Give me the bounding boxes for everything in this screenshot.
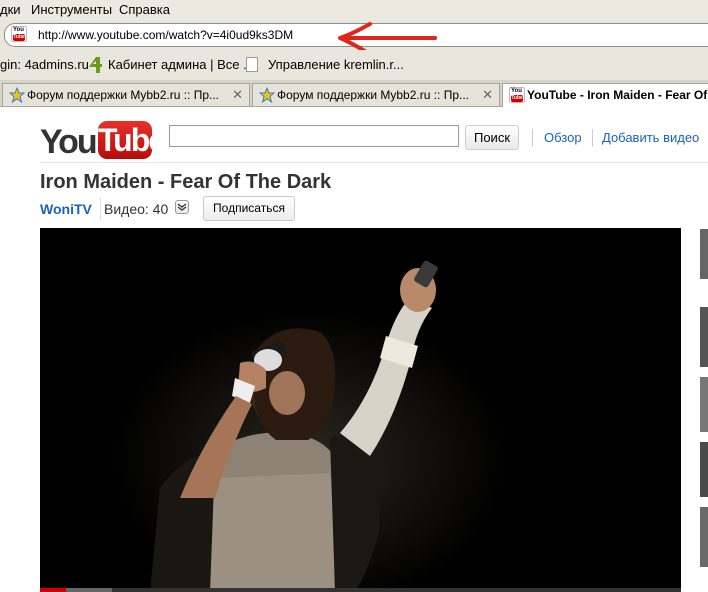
youtube-page: You Tube Поиск Обзор Добавить видео Iron… bbox=[0, 107, 708, 592]
divider bbox=[592, 129, 593, 147]
header-divider bbox=[40, 162, 708, 163]
progress-buffered bbox=[66, 588, 112, 592]
related-thumbnail[interactable] bbox=[700, 507, 708, 567]
bookmark-admin-cabinet[interactable]: Кабинет админа | Все ... bbox=[108, 57, 254, 72]
navigation-bar: You Tube http://www.youtube.com/watch?v=… bbox=[0, 20, 708, 55]
tab-label: Форум поддержки Mybb2.ru :: Пр... bbox=[277, 88, 470, 102]
close-tab-icon[interactable]: ✕ bbox=[482, 87, 493, 103]
search-button[interactable]: Поиск bbox=[465, 125, 519, 150]
subscribe-button[interactable]: Подписаться bbox=[203, 196, 295, 221]
upload-link[interactable]: Добавить видео bbox=[602, 130, 699, 145]
video-frame-image bbox=[40, 228, 681, 592]
favicon-text-you: You bbox=[13, 27, 24, 33]
youtube-favicon-icon: You Tube bbox=[11, 26, 27, 42]
menu-item-view[interactable]: дки bbox=[0, 2, 21, 17]
favicon-text-you: You bbox=[511, 88, 522, 94]
tab-youtube[interactable]: You Tube YouTube - Iron Maiden - Fear Of… bbox=[502, 83, 708, 107]
bookmark-kremlin[interactable]: Управление kremlin.r... bbox=[268, 57, 404, 72]
chevron-down-icon[interactable] bbox=[175, 200, 189, 214]
menu-bar: дки Инструменты Справка bbox=[0, 0, 708, 20]
favicon-text-tube: Tube bbox=[13, 34, 25, 41]
related-thumbnail[interactable] bbox=[700, 229, 708, 279]
tab-mybb-2[interactable]: Форум поддержки Mybb2.ru :: Пр... ✕ bbox=[252, 83, 500, 106]
browse-link[interactable]: Обзор bbox=[544, 130, 582, 145]
star-favicon-icon bbox=[8, 86, 26, 104]
logo-you-text: You bbox=[40, 123, 98, 161]
tab-mybb-1[interactable]: Форум поддержки Mybb2.ru :: Пр... ✕ bbox=[2, 83, 250, 106]
channel-link[interactable]: WoniTV bbox=[40, 201, 92, 217]
page-icon bbox=[246, 57, 258, 72]
search-input[interactable] bbox=[169, 125, 459, 147]
tab-bar: Форум поддержки Mybb2.ru :: Пр... ✕ Фору… bbox=[0, 80, 708, 107]
url-text[interactable]: http://www.youtube.com/watch?v=4i0ud9ks3… bbox=[38, 28, 293, 42]
divider bbox=[100, 198, 101, 220]
video-count: Видео: 40 bbox=[104, 201, 169, 217]
tab-label: YouTube - Iron Maiden - Fear Of The Dark bbox=[527, 88, 708, 102]
green-4-icon bbox=[88, 57, 102, 73]
star-favicon-icon bbox=[258, 86, 276, 104]
bookmark-4admins[interactable]: gin: 4admins.ru bbox=[0, 57, 89, 72]
menu-item-tools[interactable]: Инструменты bbox=[31, 2, 112, 17]
tab-label: Форум поддержки Mybb2.ru :: Пр... bbox=[27, 88, 220, 102]
close-tab-icon[interactable]: ✕ bbox=[232, 87, 243, 103]
bookmarks-bar: gin: 4admins.ru Кабинет админа | Все ...… bbox=[0, 50, 708, 80]
youtube-favicon-icon: You Tube bbox=[509, 87, 525, 103]
divider bbox=[532, 129, 533, 147]
video-player[interactable] bbox=[40, 228, 681, 592]
video-progress-bar[interactable] bbox=[40, 588, 681, 592]
related-thumbnail[interactable] bbox=[700, 377, 708, 432]
video-title: Iron Maiden - Fear Of The Dark bbox=[40, 171, 332, 193]
favicon-text-tube: Tube bbox=[511, 95, 523, 102]
related-thumbnail[interactable] bbox=[700, 307, 708, 367]
related-thumbnail[interactable] bbox=[700, 442, 708, 497]
progress-played bbox=[40, 588, 66, 592]
logo-tube-text: Tube bbox=[98, 121, 166, 159]
menu-item-help[interactable]: Справка bbox=[119, 2, 170, 17]
